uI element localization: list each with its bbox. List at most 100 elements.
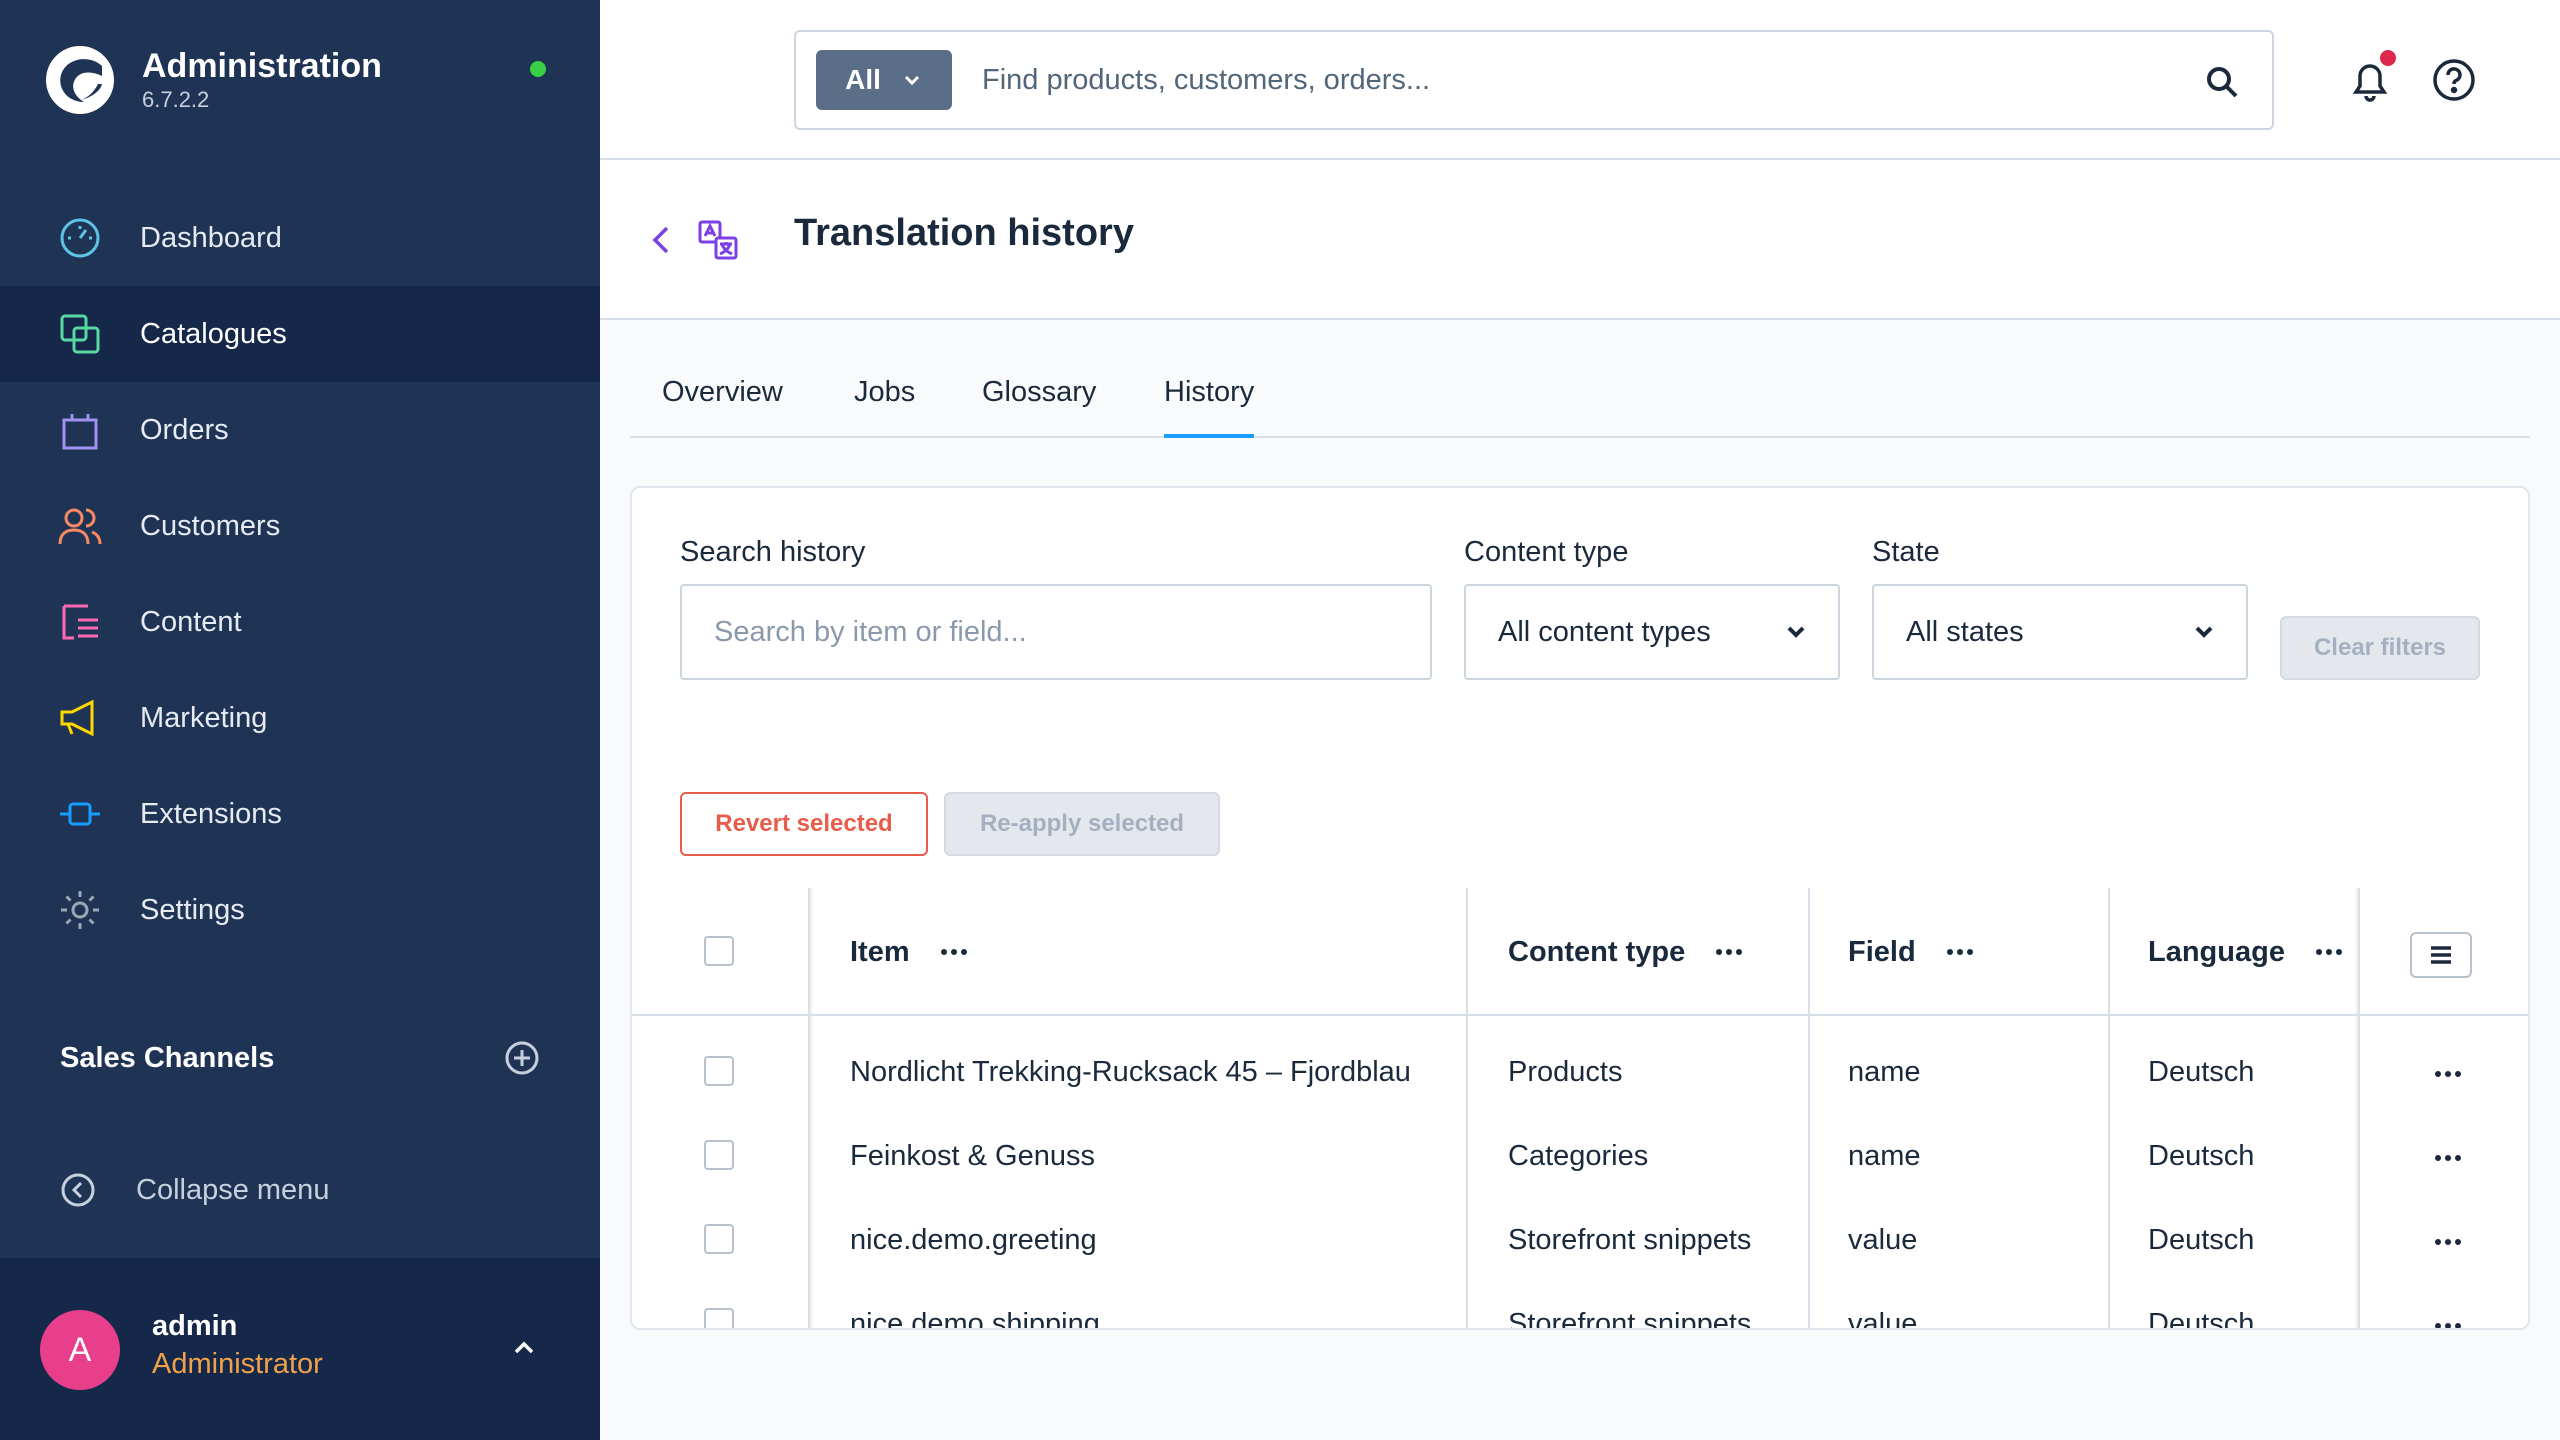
column-settings-button[interactable] bbox=[2410, 932, 2472, 978]
top-bar: All bbox=[600, 0, 2560, 160]
avatar: A bbox=[40, 1310, 120, 1390]
column-header-label: Language bbox=[2148, 935, 2285, 968]
translate-icon bbox=[698, 220, 738, 260]
sidebar: Administration 6.7.2.2 Dashboard Catalog… bbox=[0, 0, 600, 1440]
tab-overview[interactable]: Overview bbox=[662, 376, 783, 438]
cell-content-type: Products bbox=[1508, 1056, 1623, 1088]
chevron-down-icon bbox=[2195, 626, 2213, 638]
sidebar-item-orders[interactable]: Orders bbox=[0, 382, 600, 478]
add-sales-channel-icon[interactable] bbox=[504, 1040, 540, 1076]
plug-icon bbox=[58, 792, 102, 836]
tab-bar: Overview Jobs Glossary History bbox=[630, 368, 2530, 438]
row-checkbox[interactable] bbox=[704, 1056, 734, 1086]
sidebar-item-extensions[interactable]: Extensions bbox=[0, 766, 600, 862]
cell-item: Nordlicht Trekking-Rucksack 45 – Fjordbl… bbox=[850, 1056, 1411, 1088]
more-horizontal-icon[interactable] bbox=[940, 948, 968, 956]
search-scope-dropdown[interactable]: All bbox=[816, 50, 952, 110]
table-row[interactable]: Nordlicht Trekking-Rucksack 45 – Fjordbl… bbox=[632, 1034, 2528, 1118]
search-history-input[interactable] bbox=[680, 584, 1432, 680]
tab-glossary[interactable]: Glossary bbox=[982, 376, 1096, 438]
row-actions-icon[interactable] bbox=[2434, 1154, 2462, 1162]
column-header-label: Field bbox=[1848, 935, 1916, 968]
sales-channels-title: Sales Channels bbox=[60, 1041, 275, 1074]
sidebar-item-label: Content bbox=[140, 605, 242, 638]
more-horizontal-icon[interactable] bbox=[1946, 948, 1974, 956]
sidebar-item-marketing[interactable]: Marketing bbox=[0, 670, 600, 766]
online-status-dot bbox=[530, 61, 546, 77]
cell-field: name bbox=[1848, 1140, 1921, 1172]
app-version: 6.7.2.2 bbox=[142, 87, 210, 112]
table-row[interactable]: nice.demo.shipping Storefront snippets v… bbox=[632, 1286, 2528, 1330]
content-icon bbox=[58, 600, 102, 644]
row-actions-icon[interactable] bbox=[2434, 1238, 2462, 1246]
content-type-select[interactable]: All content types bbox=[1464, 584, 1840, 680]
page-title: Translation history bbox=[794, 212, 1134, 254]
sidebar-item-catalogues[interactable]: Catalogues bbox=[0, 286, 600, 382]
more-horizontal-icon[interactable] bbox=[2315, 948, 2343, 956]
row-checkbox[interactable] bbox=[704, 1224, 734, 1254]
select-all-checkbox[interactable] bbox=[704, 936, 734, 966]
cell-field: name bbox=[1848, 1056, 1921, 1088]
gear-icon bbox=[58, 888, 102, 932]
column-header-content-type[interactable]: Content type bbox=[1508, 888, 1743, 1016]
reapply-selected-button[interactable]: Re-apply selected bbox=[944, 792, 1220, 856]
sidebar-item-content[interactable]: Content bbox=[0, 574, 600, 670]
table-row[interactable]: Feinkost & Genuss Categories name Deutsc… bbox=[632, 1118, 2528, 1202]
column-header-label: Item bbox=[850, 935, 910, 968]
sidebar-item-label: Marketing bbox=[140, 701, 268, 734]
collapse-menu-button[interactable]: Collapse menu bbox=[60, 1172, 329, 1208]
catalogue-icon bbox=[58, 312, 102, 356]
column-header-language[interactable]: Language bbox=[2148, 888, 2343, 1016]
more-horizontal-icon[interactable] bbox=[1715, 948, 1743, 956]
shopping-bag-icon bbox=[58, 408, 102, 452]
help-icon[interactable] bbox=[2430, 56, 2478, 104]
cell-item: Feinkost & Genuss bbox=[850, 1140, 1095, 1172]
chevron-down-icon bbox=[1787, 626, 1805, 638]
sidebar-item-label: Customers bbox=[140, 509, 281, 542]
collapse-menu-label: Collapse menu bbox=[136, 1173, 330, 1206]
chevron-up-icon[interactable] bbox=[508, 1332, 540, 1364]
sidebar-item-dashboard[interactable]: Dashboard bbox=[0, 190, 600, 286]
dashboard-gauge-icon bbox=[58, 216, 102, 260]
column-header-item[interactable]: Item bbox=[850, 888, 968, 1016]
back-chevron-icon[interactable] bbox=[644, 222, 680, 258]
sidebar-item-settings[interactable]: Settings bbox=[0, 862, 600, 958]
customers-icon bbox=[58, 504, 102, 548]
search-scope-label: All bbox=[845, 64, 881, 95]
sidebar-item-label: Settings bbox=[140, 893, 245, 926]
user-role: Administrator bbox=[152, 1348, 323, 1380]
search-icon[interactable] bbox=[2202, 62, 2242, 102]
user-menu[interactable]: A admin Administrator bbox=[0, 1258, 600, 1440]
row-actions-icon[interactable] bbox=[2434, 1322, 2462, 1330]
cell-field: value bbox=[1848, 1308, 1918, 1330]
notification-badge bbox=[2380, 50, 2396, 66]
shopware-logo-icon bbox=[46, 46, 114, 114]
search-input[interactable] bbox=[982, 50, 2162, 110]
sidebar-item-label: Catalogues bbox=[140, 317, 287, 350]
row-actions-icon[interactable] bbox=[2434, 1070, 2462, 1078]
row-checkbox[interactable] bbox=[704, 1140, 734, 1170]
tab-jobs[interactable]: Jobs bbox=[854, 376, 915, 438]
chevron-down-icon bbox=[904, 75, 919, 86]
global-search: All bbox=[794, 30, 2274, 130]
column-header-field[interactable]: Field bbox=[1848, 888, 1974, 1016]
menu-lines-icon bbox=[2431, 946, 2451, 964]
sidebar-item-label: Orders bbox=[140, 413, 229, 446]
row-checkbox[interactable] bbox=[704, 1308, 734, 1328]
sales-channels-header: Sales Channels bbox=[60, 1040, 540, 1076]
cell-language: Deutsch bbox=[2148, 1308, 2255, 1330]
sidebar-item-customers[interactable]: Customers bbox=[0, 478, 600, 574]
revert-selected-button[interactable]: Revert selected bbox=[680, 792, 928, 856]
cell-content-type: Storefront snippets bbox=[1508, 1224, 1752, 1256]
cell-content-type: Categories bbox=[1508, 1140, 1649, 1172]
clear-filters-button[interactable]: Clear filters bbox=[2280, 616, 2480, 680]
megaphone-icon bbox=[58, 696, 102, 740]
table-row[interactable]: nice.demo.greeting Storefront snippets v… bbox=[632, 1202, 2528, 1286]
cell-language: Deutsch bbox=[2148, 1224, 2255, 1256]
tab-history[interactable]: History bbox=[1164, 376, 1255, 438]
main-nav: Dashboard Catalogues Orders Customers Co… bbox=[0, 190, 600, 958]
state-select[interactable]: All states bbox=[1872, 584, 2248, 680]
cell-field: value bbox=[1848, 1224, 1918, 1256]
user-name: admin bbox=[152, 1310, 238, 1342]
brand[interactable]: Administration 6.7.2.2 bbox=[44, 44, 382, 116]
